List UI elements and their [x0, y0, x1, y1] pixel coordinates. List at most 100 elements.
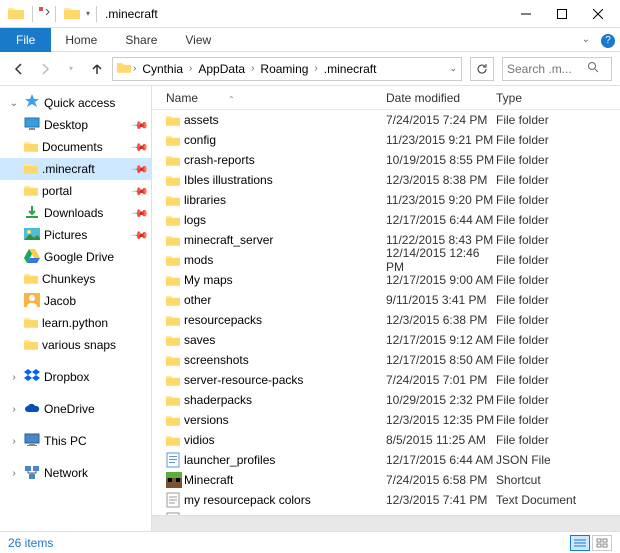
sidebar-item-chunkeys[interactable]: Chunkeys [0, 268, 151, 290]
titlebar-dropdown-icon[interactable]: ▾ [86, 9, 90, 18]
breadcrumb-minecraft[interactable]: .minecraft [320, 60, 381, 78]
file-row[interactable]: Ibles illustrations12/3/2015 8:38 PMFile… [152, 170, 620, 190]
maximize-button[interactable] [544, 0, 580, 28]
file-row[interactable]: crash-reports10/19/2015 8:55 PMFile fold… [152, 150, 620, 170]
sidebar-item-label: Jacob [44, 294, 147, 308]
refresh-button[interactable] [470, 57, 494, 81]
sidebar-item-label: Downloads [44, 206, 129, 220]
folder-icon [166, 374, 184, 386]
sidebar-item-jacob[interactable]: Jacob [0, 290, 151, 312]
back-button[interactable] [8, 58, 30, 80]
sidebar-item-google-drive[interactable]: Google Drive [0, 246, 151, 268]
file-row[interactable]: logs12/17/2015 6:44 AMFile folder [152, 210, 620, 230]
sidebar-item-label: Quick access [44, 96, 147, 110]
file-type: File folder [496, 173, 620, 187]
column-header-date[interactable]: Date modified [386, 91, 496, 105]
file-date: 11/23/2015 9:20 PM [386, 193, 496, 207]
file-row[interactable]: mods12/14/2015 12:46 PMFile folder [152, 250, 620, 270]
large-icons-view-button[interactable] [592, 535, 612, 551]
file-name: crash-reports [184, 153, 386, 167]
jacob-icon [24, 293, 40, 310]
breadcrumb-separator[interactable]: › [251, 63, 254, 74]
file-row[interactable]: resourcepacks12/3/2015 6:38 PMFile folde… [152, 310, 620, 330]
file-row[interactable]: vidios8/5/2015 11:25 AMFile folder [152, 430, 620, 450]
status-bar: 26 items [0, 531, 620, 553]
file-type: File folder [496, 113, 620, 127]
file-row[interactable]: other9/11/2015 3:41 PMFile folder [152, 290, 620, 310]
file-date: 9/11/2015 3:41 PM [386, 293, 496, 307]
file-date: 11/23/2015 9:21 PM [386, 133, 496, 147]
file-date: 7/24/2015 7:24 PM [386, 113, 496, 127]
file-row[interactable]: Minecraft7/24/2015 6:58 PMShortcut [152, 470, 620, 490]
file-row[interactable]: libraries11/23/2015 9:20 PMFile folder [152, 190, 620, 210]
column-header-name[interactable]: Name⌃ [166, 91, 386, 105]
folder-icon [24, 184, 38, 199]
file-row[interactable]: my resourcepack colors12/3/2015 7:41 PMT… [152, 490, 620, 510]
folder-icon [166, 394, 184, 406]
details-view-button[interactable] [570, 535, 590, 551]
sidebar-root-this-pc[interactable]: ›This PC [0, 430, 151, 452]
file-name: config [184, 133, 386, 147]
file-row[interactable]: screenshots12/17/2015 8:50 AMFile folder [152, 350, 620, 370]
sidebar-item-label: Documents [42, 140, 129, 154]
help-button[interactable]: ? [596, 32, 620, 48]
recent-locations-button[interactable]: ▾ [60, 58, 82, 80]
view-tab[interactable]: View [171, 29, 225, 51]
sidebar-item-pictures[interactable]: Pictures📌 [0, 224, 151, 246]
up-button[interactable] [86, 58, 108, 80]
ribbon-expand-icon[interactable]: ⌄ [582, 34, 590, 45]
address-bar[interactable]: › Cynthia › AppData › Roaming › .minecra… [112, 57, 462, 81]
breadcrumb-separator[interactable]: › [314, 63, 317, 74]
sidebar-item--minecraft[interactable]: .minecraft📌 [0, 158, 151, 180]
file-name: other [184, 293, 386, 307]
file-row[interactable]: launcher_profiles12/17/2015 6:44 AMJSON … [152, 450, 620, 470]
file-row[interactable]: shaderpacks10/29/2015 2:32 PMFile folder [152, 390, 620, 410]
sidebar-item-various-snaps[interactable]: various snaps [0, 334, 151, 356]
file-row[interactable]: My maps12/17/2015 9:00 AMFile folder [152, 270, 620, 290]
file-date: 11/22/2015 8:43 PM [386, 233, 496, 247]
breadcrumb-appdata[interactable]: AppData [194, 60, 249, 78]
minimize-button[interactable] [508, 0, 544, 28]
address-dropdown-icon[interactable]: ⌄ [449, 63, 457, 74]
file-row[interactable]: server-resource-packs7/24/2015 7:01 PMFi… [152, 370, 620, 390]
file-list[interactable]: assets7/24/2015 7:24 PMFile folderconfig… [152, 110, 620, 515]
dropbox-icon [24, 369, 40, 386]
close-button[interactable] [580, 0, 616, 28]
file-row[interactable]: assets7/24/2015 7:24 PMFile folder [152, 110, 620, 130]
home-tab[interactable]: Home [51, 29, 111, 51]
file-row[interactable]: versions12/3/2015 12:35 PMFile folder [152, 410, 620, 430]
sidebar-root-network[interactable]: ›Network [0, 462, 151, 484]
search-box[interactable] [502, 57, 612, 81]
search-input[interactable] [507, 62, 587, 76]
sidebar-item-learn-python[interactable]: learn.python [0, 312, 151, 334]
column-header-type[interactable]: Type [496, 91, 620, 105]
sidebar-root-onedrive[interactable]: ›OneDrive [0, 398, 151, 420]
quick-access-customize-icon[interactable] [37, 5, 51, 22]
file-type: File folder [496, 253, 620, 267]
sidebar-quick-access[interactable]: ⌄Quick access [0, 92, 151, 114]
file-date: 10/19/2015 8:55 PM [386, 153, 496, 167]
file-date: 12/17/2015 6:44 AM [386, 213, 496, 227]
breadcrumb-cynthia[interactable]: Cynthia [138, 60, 187, 78]
folder-icon [166, 414, 184, 426]
pin-icon: 📌 [131, 204, 150, 223]
pin-icon: 📌 [131, 138, 150, 157]
horizontal-scrollbar[interactable] [152, 515, 620, 531]
folder-icon [166, 214, 184, 226]
sidebar-item-downloads[interactable]: Downloads📌 [0, 202, 151, 224]
sidebar-root-dropbox[interactable]: ›Dropbox [0, 366, 151, 388]
file-tab[interactable]: File [0, 28, 51, 52]
forward-button[interactable] [34, 58, 56, 80]
breadcrumb-roaming[interactable]: Roaming [256, 60, 312, 78]
breadcrumb-separator[interactable]: › [133, 63, 136, 74]
sidebar-item-desktop[interactable]: Desktop📌 [0, 114, 151, 136]
sidebar-item-portal[interactable]: portal📌 [0, 180, 151, 202]
file-name: logs [184, 213, 386, 227]
share-tab[interactable]: Share [111, 29, 171, 51]
onedrive-icon [24, 402, 40, 417]
file-row[interactable]: config11/23/2015 9:21 PMFile folder [152, 130, 620, 150]
ribbon: File Home Share View ⌄ ? [0, 28, 620, 52]
sidebar-item-documents[interactable]: Documents📌 [0, 136, 151, 158]
file-row[interactable]: saves12/17/2015 9:12 AMFile folder [152, 330, 620, 350]
breadcrumb-separator[interactable]: › [189, 63, 192, 74]
